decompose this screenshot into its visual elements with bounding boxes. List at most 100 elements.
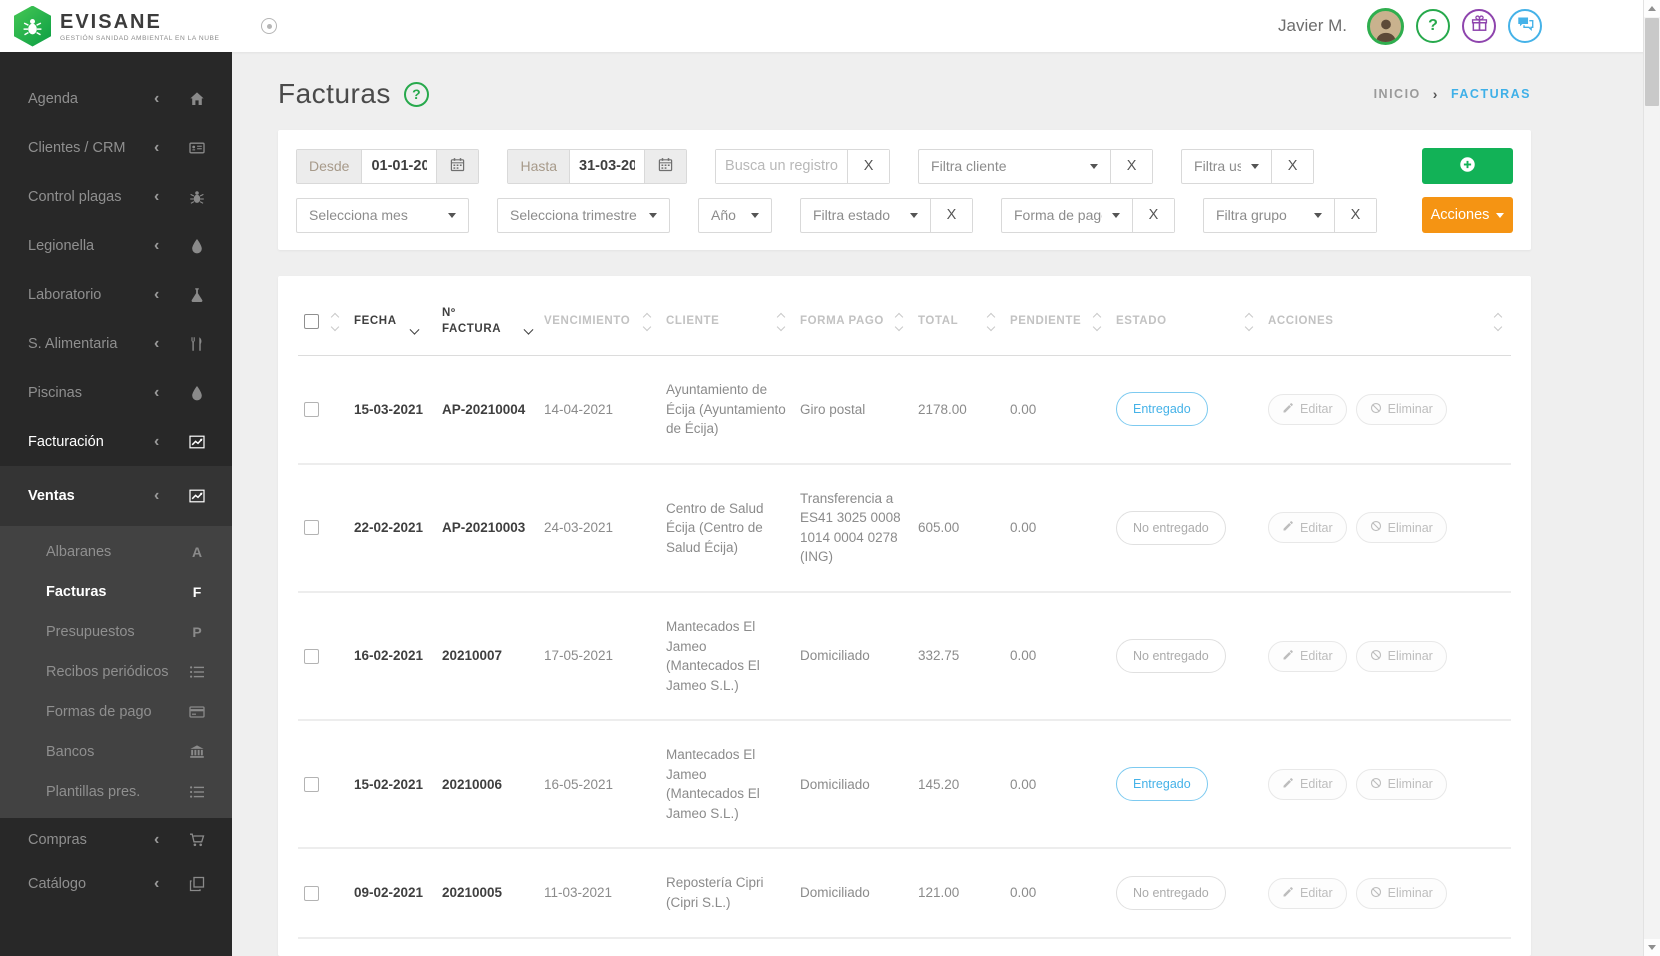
editar-button[interactable]: Editar xyxy=(1268,641,1347,672)
sort-desc-icon[interactable] xyxy=(409,325,419,335)
filter-mes-value: Selecciona mes xyxy=(309,207,438,223)
eliminar-button[interactable]: Eliminar xyxy=(1356,769,1447,800)
scroll-up-icon[interactable] xyxy=(1644,0,1660,17)
sidebar-item-label: Control plagas xyxy=(28,189,154,205)
page-scrollbar[interactable] xyxy=(1643,0,1660,956)
filter-forma-pago-select[interactable]: Forma de pago xyxy=(1002,199,1132,232)
sidebar-item-facturacion[interactable]: Facturación‹ xyxy=(0,417,232,466)
sort-icon[interactable] xyxy=(1495,314,1505,330)
sort-icon[interactable] xyxy=(644,314,654,330)
sidebar-bottom-menu: Compras‹Catálogo‹ xyxy=(0,818,232,906)
editar-button[interactable]: Editar xyxy=(1268,512,1347,543)
cell-total: 145.20 xyxy=(912,720,1004,848)
date-from-input[interactable] xyxy=(362,150,436,183)
sidebar-item-laboratorio[interactable]: Laboratorio‹ xyxy=(0,270,232,319)
scrollbar-thumb[interactable] xyxy=(1645,18,1659,106)
bank-icon xyxy=(188,744,206,760)
sidebar-item-legionella[interactable]: Legionella‹ xyxy=(0,221,232,270)
editar-button[interactable]: Editar xyxy=(1268,878,1347,909)
bug-icon xyxy=(188,189,206,205)
gift-button[interactable] xyxy=(1462,9,1496,43)
sidebar-subitem-formas-de-pago[interactable]: Formas de pago xyxy=(0,692,232,732)
sort-icon[interactable] xyxy=(988,314,998,330)
sidebar-item-piscinas[interactable]: Piscinas‹ xyxy=(0,368,232,417)
acciones-button[interactable]: Acciones xyxy=(1422,197,1513,233)
logo[interactable]: EVISANE GESTIÓN SANIDAD AMBIENTAL EN LA … xyxy=(14,6,219,47)
clear-cliente-button[interactable]: X xyxy=(1110,150,1152,183)
clear-search-button[interactable]: X xyxy=(847,150,889,183)
sidebar-item-ventas[interactable]: Ventas‹ xyxy=(0,472,232,520)
cell-acciones: Editar Eliminar xyxy=(1262,592,1511,720)
droplet-icon xyxy=(188,385,206,401)
sidebar-subitem-plantillas-pres[interactable]: Plantillas pres. xyxy=(0,772,232,812)
sort-icon[interactable] xyxy=(1246,314,1256,330)
editar-button[interactable]: Editar xyxy=(1268,769,1347,800)
filter-anio-select[interactable]: Año xyxy=(699,199,771,232)
row-checkbox[interactable] xyxy=(304,402,319,417)
clear-forma-pago-button[interactable]: X xyxy=(1132,199,1174,232)
cell-fecha: 09-02-2021 xyxy=(348,848,436,937)
calendar-icon[interactable] xyxy=(644,150,686,183)
sort-icon[interactable] xyxy=(778,314,788,330)
editar-button[interactable]: Editar xyxy=(1268,394,1347,425)
sidebar-item-catalogo[interactable]: Catálogo‹ xyxy=(0,862,232,906)
sidebar-subitem-albaranes[interactable]: AlbaranesA xyxy=(0,532,232,572)
filter-cliente-select[interactable]: Filtra cliente xyxy=(919,150,1110,183)
filter-grupo-select[interactable]: Filtra grupo xyxy=(1204,199,1334,232)
credit-card-icon xyxy=(188,704,206,720)
row-checkbox[interactable] xyxy=(304,886,319,901)
eliminar-button[interactable]: Eliminar xyxy=(1356,641,1447,672)
sidebar-subitem-facturas[interactable]: FacturasF xyxy=(0,572,232,612)
chart-line-icon xyxy=(188,434,206,450)
sort-icon[interactable] xyxy=(896,314,906,330)
filter-forma-pago-group: Forma de pago X xyxy=(1001,198,1175,233)
sidebar-item-clientes-crm[interactable]: Clientes / CRM‹ xyxy=(0,123,232,172)
filter-estado-select[interactable]: Filtra estado xyxy=(801,199,930,232)
user-avatar[interactable] xyxy=(1367,8,1404,45)
clear-usuario-button[interactable]: X xyxy=(1271,150,1313,183)
eliminar-button[interactable]: Eliminar xyxy=(1356,878,1447,909)
sidebar-item-control-plagas[interactable]: Control plagas‹ xyxy=(0,172,232,221)
sidebar-subitem-recibos-periodicos[interactable]: Recibos periódicos xyxy=(0,652,232,692)
column-label: Nº FACTURA xyxy=(442,306,511,337)
sidebar-item-s-alimentaria[interactable]: S. Alimentaria‹ xyxy=(0,319,232,368)
select-all-checkbox[interactable] xyxy=(304,314,319,329)
sidebar-item-compras[interactable]: Compras‹ xyxy=(0,818,232,862)
filter-usuario-select[interactable]: Filtra usuario xyxy=(1182,150,1271,183)
bug-logo-icon xyxy=(14,6,51,47)
page-help-button[interactable]: ? xyxy=(404,82,429,107)
sidebar-subitem-bancos[interactable]: Bancos xyxy=(0,732,232,772)
row-checkbox[interactable] xyxy=(304,520,319,535)
sidebar-toggle-icon[interactable] xyxy=(261,18,277,34)
sidebar-subitem-presupuestos[interactable]: PresupuestosP xyxy=(0,612,232,652)
sort-icon[interactable] xyxy=(1094,314,1104,330)
calendar-icon[interactable] xyxy=(436,150,478,183)
clear-estado-button[interactable]: X xyxy=(930,199,972,232)
filter-trimestre-select[interactable]: Selecciona trimestre xyxy=(498,199,669,232)
cell-vencimiento: 11-03-2021 xyxy=(538,848,660,937)
search-input[interactable] xyxy=(716,150,847,183)
row-checkbox[interactable] xyxy=(304,777,319,792)
sidebar-item-label: Ventas xyxy=(28,488,154,504)
scroll-down-icon[interactable] xyxy=(1644,939,1660,956)
sidebar-item-label: Laboratorio xyxy=(28,287,154,303)
chat-button[interactable] xyxy=(1508,9,1542,43)
eliminar-button[interactable]: Eliminar xyxy=(1356,512,1447,543)
date-to-group: Hasta xyxy=(507,149,687,184)
add-invoice-button[interactable] xyxy=(1422,148,1513,184)
date-to-input[interactable] xyxy=(570,150,644,183)
row-checkbox[interactable] xyxy=(304,649,319,664)
filter-mes-select[interactable]: Selecciona mes xyxy=(297,199,468,232)
sort-desc-icon[interactable] xyxy=(524,325,534,335)
column-label: VENCIMIENTO xyxy=(544,314,630,330)
sidebar-item-agenda[interactable]: Agenda‹ xyxy=(0,74,232,123)
sidebar-item-label: Catálogo xyxy=(28,876,154,892)
home-icon xyxy=(188,91,206,107)
editar-label: Editar xyxy=(1300,777,1333,791)
sort-icon[interactable] xyxy=(332,314,342,330)
clear-grupo-button[interactable]: X xyxy=(1334,199,1376,232)
filter-trimestre-value: Selecciona trimestre xyxy=(510,207,639,223)
breadcrumb-inicio[interactable]: INICIO xyxy=(1374,87,1421,101)
help-button[interactable]: ? xyxy=(1416,9,1450,43)
eliminar-button[interactable]: Eliminar xyxy=(1356,394,1447,425)
